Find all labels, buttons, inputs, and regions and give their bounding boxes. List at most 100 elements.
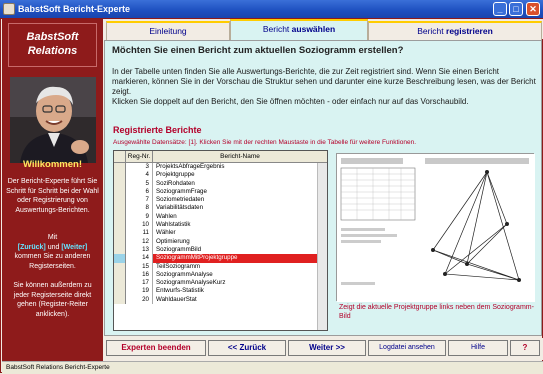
view-log-button[interactable]: Logdatei ansehen bbox=[368, 340, 446, 356]
row-report-name: TeilSoziogramm bbox=[156, 262, 201, 270]
next-button[interactable]: Weiter >> bbox=[288, 340, 366, 356]
row-report-name: Wähler bbox=[156, 229, 176, 237]
table-row[interactable]: 19 Entwurfs-Statistik bbox=[114, 287, 327, 296]
row-selector[interactable] bbox=[114, 245, 126, 255]
author-photo bbox=[10, 77, 96, 163]
table-row[interactable]: 15 TeilSoziogramm bbox=[114, 262, 327, 271]
welcome-heading: Willkommen! bbox=[22, 159, 83, 170]
table-row[interactable]: 17 SoziogrammAnalyseKurz bbox=[114, 279, 327, 288]
row-reg-nr: 3 bbox=[126, 163, 153, 172]
row-reg-nr: 19 bbox=[126, 287, 153, 296]
tab-panel-select-report: Möchten Sie einen Bericht zum aktuellen … bbox=[104, 40, 542, 336]
row-report-name: SoziRohdaten bbox=[156, 179, 195, 187]
tab-select-report[interactable]: Bericht auswählen bbox=[230, 19, 368, 41]
report-preview[interactable] bbox=[336, 153, 535, 302]
row-reg-nr: 6 bbox=[126, 187, 153, 197]
quit-expert-button[interactable]: Experten beenden bbox=[106, 340, 206, 356]
window-title: BabstSoft Bericht-Experte bbox=[18, 4, 131, 14]
navigation-hint: Mit [Zurück] und [Weiter] kommen Sie zu … bbox=[14, 234, 91, 270]
column-report-name[interactable]: Bericht-Name bbox=[153, 151, 327, 162]
row-report-name: SoziogrammAnalyseKurz bbox=[156, 279, 226, 287]
row-reg-nr: 13 bbox=[126, 245, 153, 255]
table-row[interactable]: 8 Variabilitätsdaten bbox=[114, 204, 327, 213]
row-report-name: Projektgruppe bbox=[156, 171, 195, 179]
row-reg-nr: 20 bbox=[126, 295, 153, 305]
table-row[interactable]: 11 Wähler bbox=[114, 229, 327, 238]
row-selector[interactable] bbox=[114, 163, 126, 172]
status-bar: BabstSoft Relations Bericht-Experte bbox=[2, 361, 543, 373]
row-selector[interactable] bbox=[114, 171, 126, 180]
row-report-name: Optimierung bbox=[156, 237, 190, 245]
row-selector[interactable] bbox=[114, 187, 126, 197]
table-body: 3 ProjektsAbfrageErgebnis 4 Projektgruppe 5 S… bbox=[114, 163, 327, 305]
close-button[interactable]: ✕ bbox=[526, 2, 540, 16]
row-selector[interactable] bbox=[114, 196, 126, 205]
row-report-name: SoziogrammFrage bbox=[156, 187, 207, 195]
table-row[interactable]: 16 SoziogrammAnalyse bbox=[114, 270, 327, 280]
table-row[interactable]: 10 Wahlstatistik bbox=[114, 221, 327, 230]
question-heading: Möchten Sie einen Bericht zum aktuellen … bbox=[112, 45, 404, 56]
brand-product: Relations bbox=[27, 45, 78, 57]
table-row[interactable]: 13 SoziogrammBild bbox=[114, 245, 327, 255]
row-report-name: SoziogrammMitProjektgruppe bbox=[153, 254, 327, 263]
expert-window: BabstSoft Relations Willkommen! Der Beri… bbox=[0, 18, 543, 373]
table-row[interactable]: 12 Optimierung bbox=[114, 237, 327, 246]
row-reg-nr: 17 bbox=[126, 279, 153, 288]
table-row[interactable]: 7 Soziometriedaten bbox=[114, 196, 327, 205]
table-row[interactable]: 9 Wahlen bbox=[114, 212, 327, 222]
row-selector[interactable] bbox=[114, 270, 126, 280]
row-selector[interactable] bbox=[114, 179, 126, 188]
preview-caption: Zeigt die aktuelle Projektgruppe links n… bbox=[339, 304, 534, 320]
help-button[interactable]: Hilfe bbox=[448, 340, 508, 356]
row-report-name: SoziogrammBild bbox=[156, 245, 202, 253]
row-report-name: ProjektsAbfrageErgebnis bbox=[156, 163, 225, 170]
button-bar: Experten beenden << Zurück Weiter >> Log… bbox=[104, 338, 543, 360]
row-report-name: SoziogrammAnalyse bbox=[156, 270, 213, 278]
row-report-name: Variabilitätsdaten bbox=[156, 204, 204, 212]
sidebar: BabstSoft Relations Willkommen! Der Beri… bbox=[2, 19, 103, 361]
row-report-name: Entwurfs-Statistik bbox=[156, 287, 204, 295]
row-reg-nr: 11 bbox=[126, 229, 153, 238]
table-row[interactable]: 20 WahldauerStat bbox=[114, 295, 327, 305]
row-reg-nr: 4 bbox=[126, 171, 153, 180]
minimize-button[interactable]: _ bbox=[493, 2, 507, 16]
row-reg-nr: 8 bbox=[126, 204, 153, 213]
row-selector[interactable] bbox=[114, 237, 126, 246]
table-row[interactable]: 4 Projektgruppe bbox=[114, 171, 327, 180]
table-scrollbar[interactable] bbox=[317, 163, 327, 330]
row-report-name: Wahlen bbox=[156, 212, 177, 220]
row-selector[interactable] bbox=[114, 279, 126, 288]
back-button[interactable]: << Zurück bbox=[208, 340, 286, 356]
row-selector[interactable] bbox=[114, 204, 126, 213]
table-header: Reg-Nr. Bericht-Name bbox=[114, 151, 327, 163]
row-selector[interactable] bbox=[114, 262, 126, 271]
selection-info: Ausgewählte Datensätze: [1]. Klicken Sie… bbox=[113, 139, 417, 146]
row-reg-nr: 16 bbox=[126, 270, 153, 280]
table-row[interactable]: 6 SoziogrammFrage bbox=[114, 187, 327, 197]
tab-introduction[interactable]: Einleitung bbox=[106, 21, 230, 41]
row-reg-nr: 7 bbox=[126, 196, 153, 205]
maximize-button[interactable]: □ bbox=[509, 2, 523, 16]
reports-table[interactable]: Reg-Nr. Bericht-Name 3 ProjektsAbfrageErg… bbox=[113, 150, 328, 331]
registered-reports-title: Registrierte Berichte bbox=[113, 125, 202, 135]
intro-text: Der Bericht-Experte führt Sie Schritt fü… bbox=[6, 178, 99, 214]
row-selector[interactable] bbox=[114, 254, 126, 263]
row-selector[interactable] bbox=[114, 229, 126, 238]
tab-hint: Sie können außerdem zu jeder Registersei… bbox=[13, 282, 92, 318]
row-selector[interactable] bbox=[114, 221, 126, 230]
row-selector[interactable] bbox=[114, 287, 126, 296]
row-reg-nr: 15 bbox=[126, 262, 153, 271]
question-button[interactable]: ? bbox=[510, 340, 540, 356]
description: In der Tabelle unten finden Sie alle Aus… bbox=[112, 67, 536, 106]
tab-register-report[interactable]: Bericht registrieren bbox=[368, 21, 542, 41]
table-row[interactable]: 3 ProjektsAbfrageErgebnis bbox=[114, 163, 327, 172]
row-reg-nr: 10 bbox=[126, 221, 153, 230]
title-bar: BabstSoft Bericht-Experte _ □ ✕ bbox=[0, 0, 543, 18]
app-icon bbox=[3, 3, 15, 15]
column-reg-nr[interactable]: Reg-Nr. bbox=[126, 151, 153, 162]
row-selector[interactable] bbox=[114, 212, 126, 222]
table-row[interactable]: 14 SoziogrammMitProjektgruppe bbox=[114, 254, 327, 263]
table-row[interactable]: 5 SoziRohdaten bbox=[114, 179, 327, 188]
row-reg-nr: 5 bbox=[126, 179, 153, 188]
row-selector[interactable] bbox=[114, 295, 126, 305]
